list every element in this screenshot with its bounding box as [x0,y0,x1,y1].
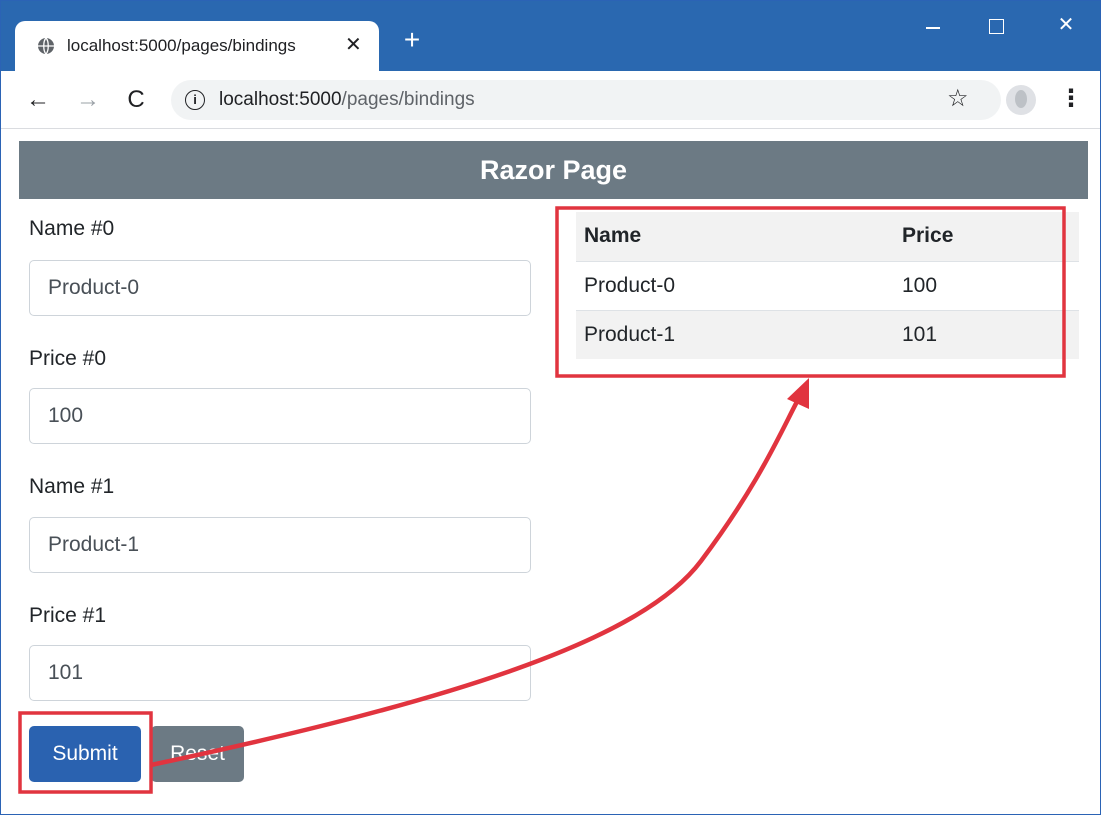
table-cell-price: 100 [894,261,1079,310]
title-bar: localhost:5000/pages/bindings ✕ + ✕ [1,1,1100,71]
table-cell-name: Product-0 [576,261,894,310]
table-cell-name: Product-1 [576,309,894,359]
tab-title: localhost:5000/pages/bindings [67,36,296,55]
address-bar[interactable]: i localhost:5000/pages/bindings ☆ [171,80,1001,120]
browser-tab[interactable]: localhost:5000/pages/bindings ✕ [15,21,379,71]
table-row: Product-0 100 [576,261,1079,310]
price-0-input[interactable]: 100 [29,388,531,444]
price-1-label: Price #1 [29,604,107,627]
window-close-icon[interactable]: ✕ [1046,11,1086,41]
menu-kebab-icon[interactable]: ⋮ [1059,85,1083,115]
maximize-icon[interactable] [976,11,1016,41]
table-cell-price: 101 [894,309,1079,359]
reload-icon[interactable]: C [121,85,151,115]
name-1-input[interactable]: Product-1 [29,517,531,573]
globe-icon [38,37,54,55]
results-table: Name Price Product-0 100 Product-1 101 [576,212,1079,359]
price-column-header: Price [894,212,1079,262]
back-arrow-icon[interactable]: ← [23,85,53,115]
name-1-label: Name #1 [29,475,115,498]
profile-avatar-icon[interactable] [1006,85,1036,115]
browser-toolbar: ← → C i localhost:5000/pages/bindings ☆ … [1,71,1100,129]
name-column-header: Name [576,212,894,262]
new-tab-icon[interactable]: + [399,26,425,54]
bookmark-star-icon[interactable]: ☆ [947,84,969,113]
submit-button[interactable]: Submit [29,726,141,782]
url-text[interactable]: localhost:5000/pages/bindings [219,89,475,111]
url-path: /pages/bindings [341,89,475,110]
tab-close-icon[interactable]: ✕ [345,33,362,57]
url-host: localhost:5000 [219,89,342,110]
forward-arrow-icon[interactable]: → [73,85,103,115]
name-0-label: Name #0 [29,217,115,240]
minimize-icon[interactable] [913,11,953,41]
table-header-row: Name Price [576,212,1079,262]
browser-window: localhost:5000/pages/bindings ✕ + ✕ ← → … [0,0,1101,815]
name-0-input[interactable]: Product-0 [29,260,531,316]
page-header: Razor Page [19,141,1088,199]
table-row: Product-1 101 [576,309,1079,359]
reset-button[interactable]: Reset [151,726,244,782]
price-0-label: Price #0 [29,347,107,370]
page-content: Razor Page Name #0 Product-0 Price #0 10… [1,129,1100,814]
info-icon[interactable]: i [185,90,205,110]
price-1-input[interactable]: 101 [29,645,531,701]
